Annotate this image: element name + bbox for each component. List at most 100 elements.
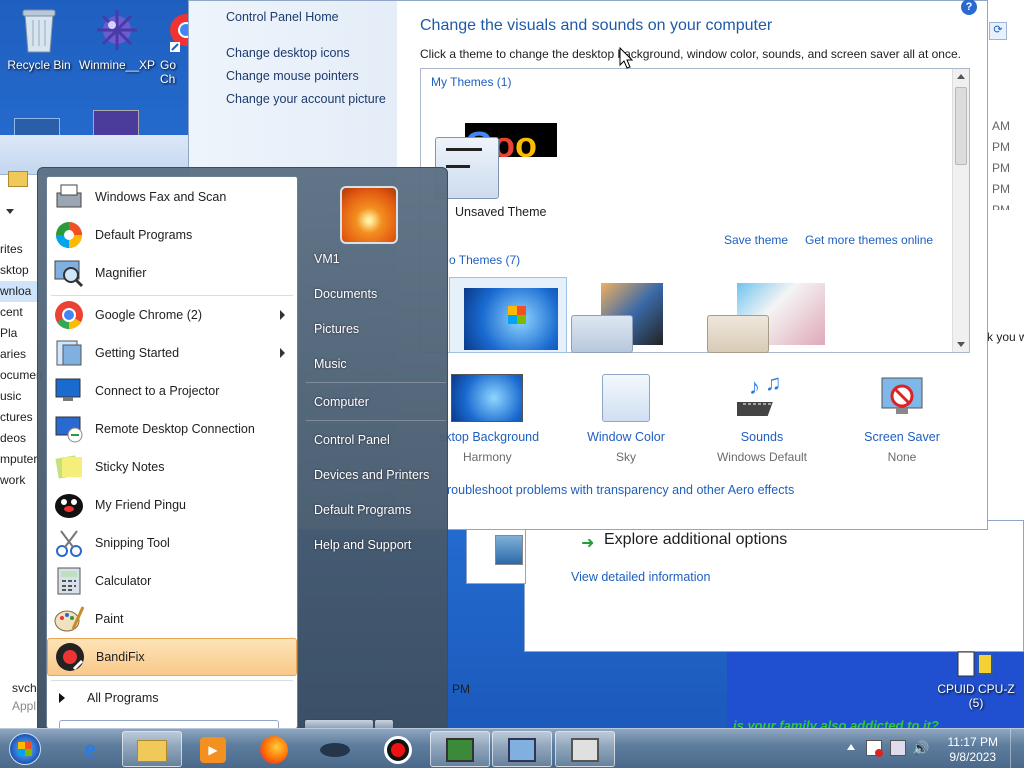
scrollbar-thumb[interactable] — [955, 87, 967, 165]
start-help-support-link[interactable]: Help and Support — [314, 538, 411, 552]
start-item-connect-projector[interactable]: Connect to a Projector — [47, 372, 297, 410]
taskbar-control-panel[interactable] — [492, 731, 552, 767]
chevron-down-icon[interactable] — [6, 209, 14, 214]
start-user-link[interactable]: VM1 — [314, 252, 340, 266]
start-item-default-programs[interactable]: Default Programs — [47, 216, 297, 254]
start-item-fax-scan[interactable]: Windows Fax and Scan — [47, 178, 297, 216]
show-hidden-icons-arrow[interactable] — [847, 744, 855, 750]
start-item-magnifier[interactable]: Magnifier — [47, 254, 297, 292]
change-account-picture-link[interactable]: Change your account picture — [226, 92, 386, 106]
start-item-getting-started[interactable]: Getting Started — [47, 334, 297, 372]
nav-item[interactable]: deos — [0, 428, 40, 449]
tray-action-center-icon[interactable] — [866, 740, 883, 757]
get-more-themes-link[interactable]: Get more themes online — [805, 233, 933, 247]
mouse-cursor-icon — [619, 47, 633, 69]
start-devices-printers-link[interactable]: Devices and Printers — [314, 468, 429, 482]
sounds-setting[interactable]: ♪ ♫ Sounds Windows Default — [707, 370, 817, 464]
tray-volume-icon[interactable]: 🔊 — [912, 740, 929, 757]
start-item-label: Default Programs — [95, 228, 193, 242]
taskbar-system-monitor[interactable] — [430, 731, 490, 767]
taskbar-window[interactable] — [555, 731, 615, 767]
refresh-icon[interactable]: ⟳ — [989, 22, 1007, 40]
time-cell: AM — [992, 119, 1010, 133]
background-window-pm: PM — [452, 682, 470, 696]
start-item-calculator[interactable]: Calculator — [47, 562, 297, 600]
start-item-label: BandiFix — [96, 650, 145, 664]
nav-item[interactable]: wnloa — [0, 281, 40, 302]
ufo-icon — [320, 743, 350, 757]
folder-icon[interactable] — [8, 171, 28, 187]
user-picture[interactable] — [340, 186, 398, 244]
start-button[interactable] — [3, 729, 47, 768]
theme-tile-landscapes[interactable] — [707, 277, 825, 353]
taskbar-firefox[interactable] — [244, 731, 304, 767]
taskbar-media-player[interactable]: ▶ — [183, 731, 243, 767]
nav-item[interactable]: work — [0, 470, 40, 491]
help-icon[interactable]: ? — [961, 0, 977, 15]
theme-tile-architecture[interactable] — [571, 277, 689, 353]
all-programs-button[interactable]: All Programs — [47, 684, 297, 712]
unsaved-theme-tile[interactable]: Goo Unsaved Theme — [435, 123, 557, 223]
cpuz-icon — [957, 651, 993, 677]
desktop-icon-partial-2[interactable] — [93, 110, 139, 136]
divider — [51, 680, 293, 681]
start-item-remote-desktop[interactable]: Remote Desktop Connection — [47, 410, 297, 448]
start-item-my-friend-pingu[interactable]: My Friend Pingu — [47, 486, 297, 524]
start-pictures-link[interactable]: Pictures — [314, 322, 359, 336]
nav-item[interactable]: mputer — [0, 449, 40, 470]
change-desktop-icons-link[interactable]: Change desktop icons — [226, 46, 350, 60]
desktop-background-setting[interactable]: sktop Background Harmony — [439, 371, 549, 464]
view-detailed-information-link[interactable]: View detailed information — [571, 570, 710, 584]
banner-text: is your family also addicted to it? — [733, 718, 939, 728]
start-item-sticky-notes[interactable]: Sticky Notes — [47, 448, 297, 486]
change-mouse-pointers-link[interactable]: Change mouse pointers — [226, 69, 359, 83]
scroll-down-arrow-icon[interactable] — [957, 342, 965, 347]
taskbar-internet-explorer[interactable]: e — [60, 731, 120, 767]
desktop-icon-winmine[interactable]: Winmine__XP — [79, 6, 155, 72]
nav-item[interactable]: sktop — [0, 260, 40, 281]
scroll-up-arrow-icon[interactable] — [957, 74, 965, 79]
start-music-link[interactable]: Music — [314, 357, 347, 371]
start-item-label: Sticky Notes — [95, 460, 165, 474]
start-item-label: Calculator — [95, 574, 152, 588]
start-item-google-chrome[interactable]: Google Chrome (2) — [47, 296, 297, 334]
screen-saver-setting[interactable]: Screen Saver None — [847, 371, 957, 464]
green-arrow-icon: ➜ — [581, 535, 595, 552]
window-color-setting[interactable]: Window Color Sky — [576, 371, 676, 464]
nav-item[interactable]: ocumen — [0, 365, 43, 386]
taskbar-clock[interactable]: 11:17 PM 9/8/2023 — [948, 735, 998, 765]
start-item-paint[interactable]: Paint — [47, 600, 297, 638]
my-themes-group-header: My Themes (1) — [431, 75, 512, 89]
firefox-icon — [260, 736, 288, 764]
taskbar-recorder[interactable] — [368, 731, 428, 767]
desktop-icon-partial[interactable] — [14, 118, 60, 136]
start-computer-link[interactable]: Computer — [314, 395, 369, 409]
start-item-snipping-tool[interactable]: Snipping Tool — [47, 524, 297, 562]
save-theme-link[interactable]: Save theme — [724, 233, 788, 247]
setting-label: Window Color — [587, 430, 665, 444]
tray-network-icon[interactable] — [890, 740, 906, 756]
taskbar-explorer[interactable] — [122, 731, 182, 767]
nav-item[interactable]: usic — [0, 386, 40, 407]
desktop-icon-chrome-shortcut[interactable]: Go Ch — [160, 6, 190, 86]
internet-explorer-icon: e — [84, 734, 96, 763]
nav-item[interactable]: ctures — [0, 407, 40, 428]
all-programs-label: All Programs — [87, 691, 159, 705]
nav-item[interactable]: cent Pla — [0, 302, 40, 344]
nav-item[interactable]: aries — [0, 344, 40, 365]
taskbar-app-ufo[interactable] — [305, 731, 365, 767]
start-default-programs-link[interactable]: Default Programs — [314, 503, 411, 517]
start-documents-link[interactable]: Documents — [314, 287, 377, 301]
theme-tile-windows7[interactable] — [449, 277, 567, 353]
troubleshoot-aero-link[interactable]: roubleshoot problems with transparency a… — [447, 483, 794, 497]
explorer-status-name: svch — [12, 681, 37, 695]
control-panel-home-link[interactable]: Control Panel Home — [226, 10, 339, 24]
start-item-bandifix[interactable]: BandiFix — [47, 638, 297, 676]
show-desktop-button[interactable] — [1010, 729, 1024, 768]
start-control-panel-link[interactable]: Control Panel — [314, 433, 390, 447]
nav-item[interactable]: rites — [0, 239, 40, 260]
desktop-icon-recycle-bin[interactable]: Recycle Bin — [1, 6, 77, 72]
bandifix-icon — [56, 643, 84, 671]
theme-list-scrollbar[interactable] — [952, 69, 969, 352]
desktop-icon-cpuz[interactable]: CPUID CPU-Z (5) — [935, 650, 1017, 710]
